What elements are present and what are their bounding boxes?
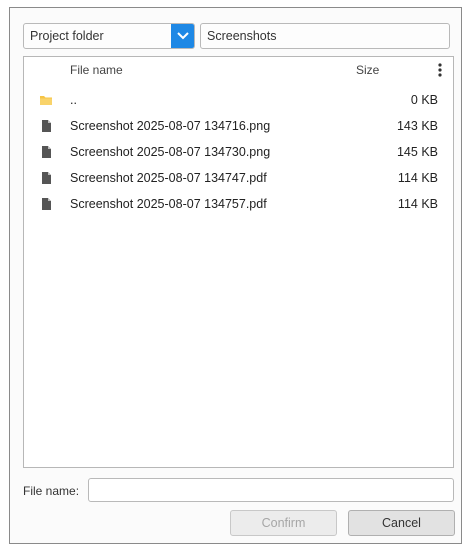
file-name: Screenshot 2025-08-07 134757.pdf <box>70 197 267 211</box>
column-header-size[interactable]: Size <box>356 63 379 77</box>
file-name: .. <box>70 93 77 107</box>
file-name-input[interactable] <box>88 478 454 502</box>
file-icon <box>39 197 53 211</box>
list-item[interactable]: Screenshot 2025-08-07 134716.png 143 KB <box>24 114 453 140</box>
cancel-button[interactable]: Cancel <box>348 510 455 536</box>
file-size: 143 KB <box>396 119 438 133</box>
path-field[interactable]: Screenshots <box>200 23 450 49</box>
more-options-icon[interactable] <box>436 62 444 78</box>
current-path: Screenshots <box>207 29 277 43</box>
file-size: 114 KB <box>397 171 438 185</box>
confirm-button[interactable]: Confirm <box>230 510 337 536</box>
file-icon <box>39 171 53 185</box>
location-select[interactable]: Project folder <box>23 23 195 49</box>
column-header-name[interactable]: File name <box>70 63 123 77</box>
file-list[interactable]: File name Size .. 0 KB Screenshot 2025-0… <box>23 56 454 468</box>
chevron-down-icon[interactable] <box>171 24 194 48</box>
file-name: Screenshot 2025-08-07 134730.png <box>70 145 271 159</box>
file-name-label: File name: <box>23 484 80 498</box>
file-name: Screenshot 2025-08-07 134747.pdf <box>70 171 267 185</box>
file-name: Screenshot 2025-08-07 134716.png <box>70 119 271 133</box>
file-size: 145 KB <box>396 145 438 159</box>
file-size: 0 KB <box>410 93 438 107</box>
list-header: File name Size <box>24 57 453 83</box>
file-rows: .. 0 KB Screenshot 2025-08-07 134716.png… <box>24 88 453 218</box>
list-item[interactable]: Screenshot 2025-08-07 134730.png 145 KB <box>24 140 453 166</box>
file-icon <box>39 145 53 159</box>
list-item[interactable]: .. 0 KB <box>24 88 453 114</box>
folder-icon <box>39 93 53 107</box>
file-icon <box>39 119 53 133</box>
list-item[interactable]: Screenshot 2025-08-07 134747.pdf 114 KB <box>24 166 453 192</box>
file-dialog: Project folder Screenshots File name Siz… <box>9 7 462 544</box>
file-size: 114 KB <box>397 197 438 211</box>
location-select-label: Project folder <box>30 29 104 43</box>
list-item[interactable]: Screenshot 2025-08-07 134757.pdf 114 KB <box>24 192 453 218</box>
